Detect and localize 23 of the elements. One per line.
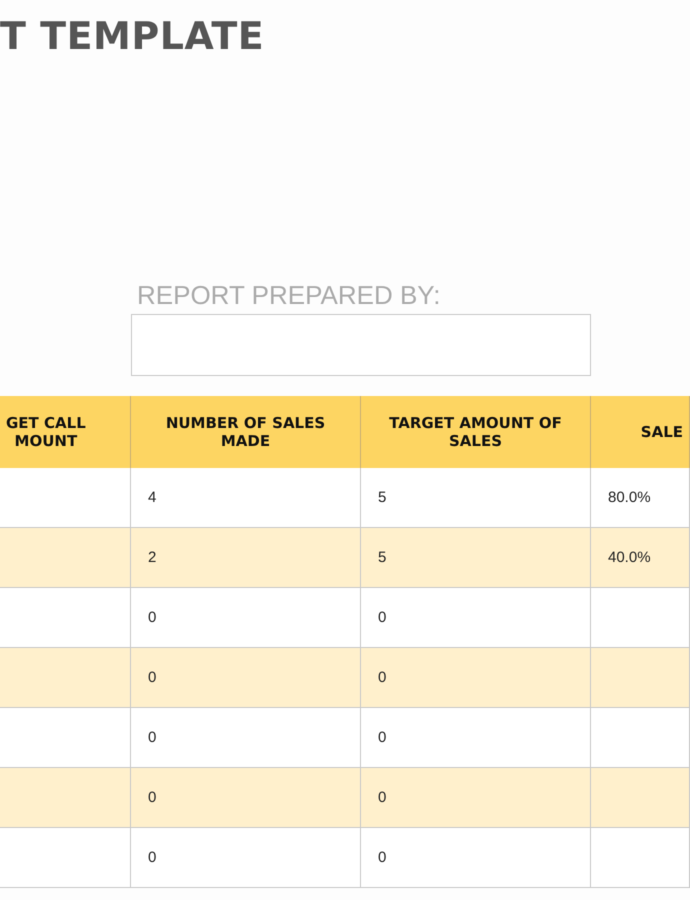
table-cell: 5 — [361, 528, 591, 588]
table-cell: 4 — [131, 468, 361, 528]
table-cell: 0 — [131, 708, 361, 768]
table-cell: 0 — [131, 768, 361, 828]
table-cell: 5 — [361, 468, 591, 528]
column-header: SALE — [591, 396, 690, 468]
column-header: GET CALL MOUNT — [0, 396, 131, 468]
column-header: NUMBER OF SALES MADE — [131, 396, 361, 468]
table-cell: 40.0% — [591, 528, 690, 588]
table-cell: 0 — [361, 588, 591, 648]
table-cell: 80.0% — [591, 468, 690, 528]
table-cell: 0 — [131, 588, 361, 648]
template-title: T TEMPLATE — [0, 14, 264, 58]
table-cell: 0 — [131, 648, 361, 708]
table-cell: 2 — [131, 528, 361, 588]
prepared-by-field[interactable] — [131, 314, 591, 376]
table-cell: 0 — [361, 648, 591, 708]
table-cell: 0 — [131, 828, 361, 888]
column-header: TARGET AMOUNT OF SALES — [361, 396, 591, 468]
prepared-by-label: REPORT PREPARED BY: — [137, 280, 440, 311]
table-cell: 0 — [361, 708, 591, 768]
table-cell: 0 — [361, 828, 591, 888]
table-cell: 0 — [361, 768, 591, 828]
